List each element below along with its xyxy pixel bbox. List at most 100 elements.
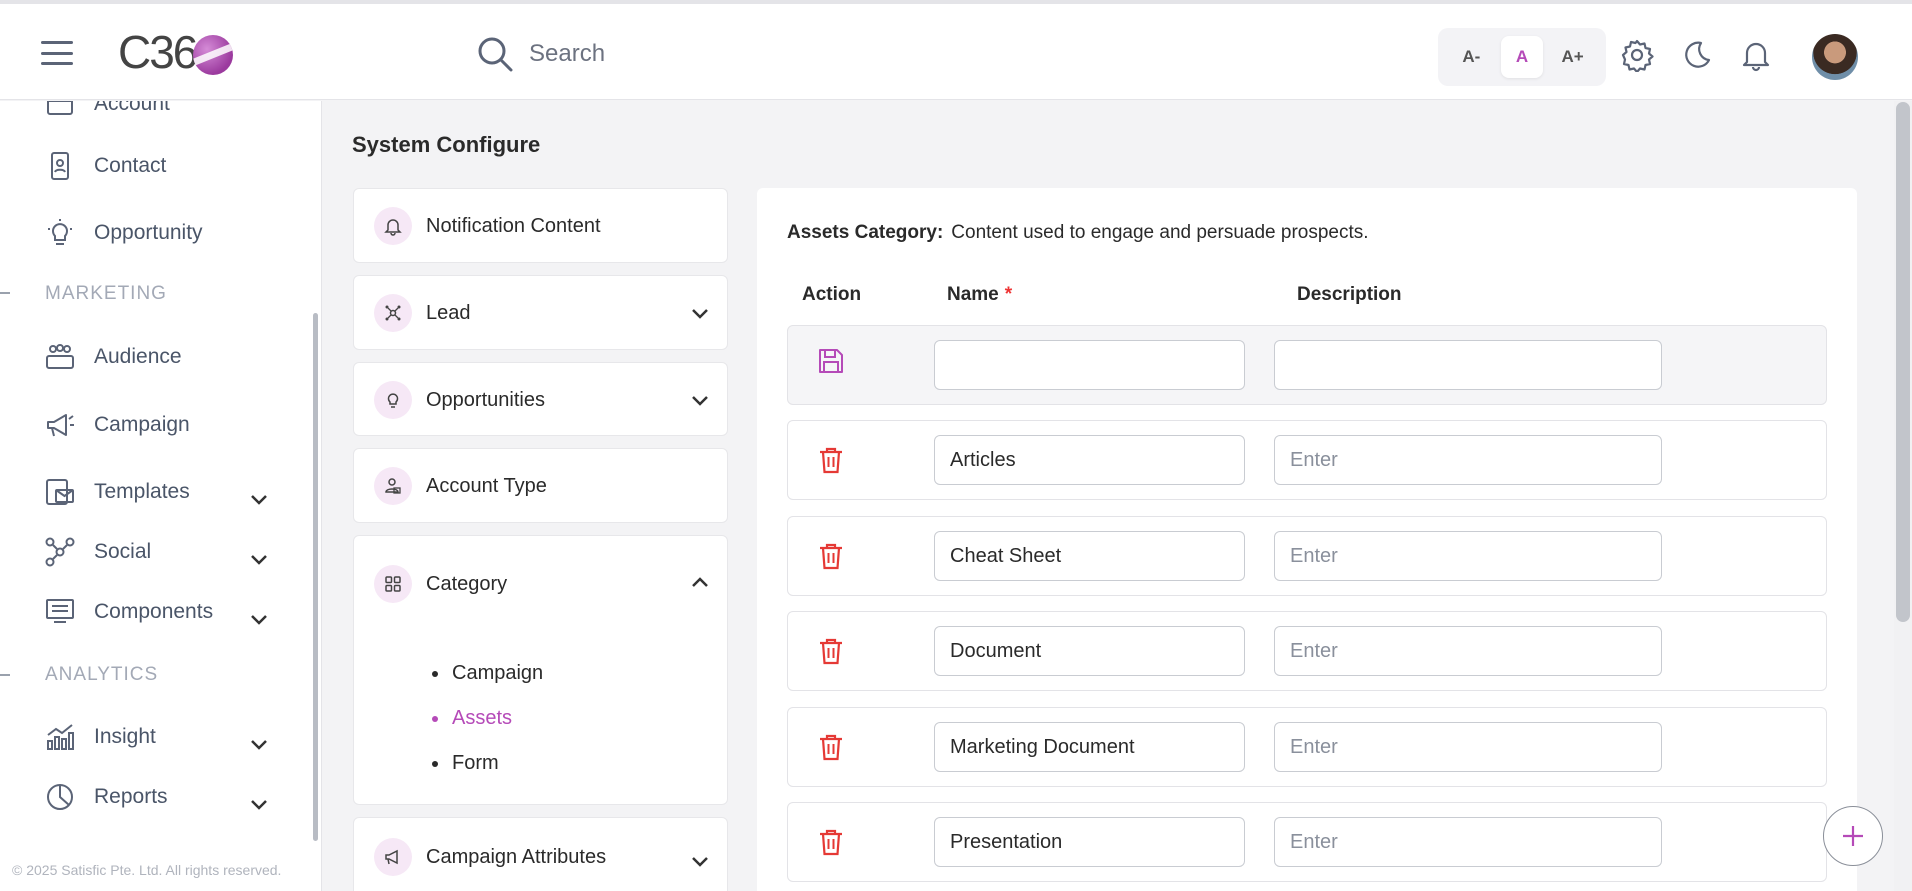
moon-icon[interactable] bbox=[1679, 38, 1713, 72]
megaphone-icon bbox=[47, 414, 74, 437]
description-input[interactable] bbox=[1274, 626, 1662, 676]
description-input[interactable] bbox=[1274, 817, 1662, 867]
config-account-type[interactable]: Account Type bbox=[353, 448, 728, 523]
trash-icon[interactable] bbox=[816, 445, 846, 475]
bell-icon[interactable] bbox=[1739, 38, 1773, 72]
new-row bbox=[787, 325, 1827, 405]
sidebar-item-label: Audience bbox=[94, 345, 182, 368]
chevron-up-icon[interactable] bbox=[691, 576, 709, 588]
sidebar-item-label: Contact bbox=[94, 154, 167, 177]
config-label: Notification Content bbox=[426, 214, 601, 237]
chevron-down-icon[interactable] bbox=[691, 856, 709, 868]
page-scrollbar-thumb[interactable] bbox=[1896, 102, 1910, 622]
config-header: Opportunities bbox=[374, 381, 545, 419]
section-analytics: ANALYTICS bbox=[45, 664, 159, 685]
config-opportunities[interactable]: Opportunities bbox=[353, 362, 728, 436]
account-icon bbox=[47, 101, 73, 115]
column-header-name-label: Name bbox=[947, 284, 999, 305]
chevron-down-icon[interactable] bbox=[250, 739, 268, 751]
trash-icon[interactable] bbox=[816, 636, 846, 666]
config-label: Opportunities bbox=[426, 388, 545, 411]
top-header: C36 A- A A+ bbox=[0, 0, 1912, 100]
description-input[interactable] bbox=[1274, 435, 1662, 485]
chevron-down-icon[interactable] bbox=[250, 799, 268, 811]
panel-description-text: Content used to engage and persuade pros… bbox=[951, 222, 1369, 243]
search-input[interactable] bbox=[529, 40, 1029, 68]
sidebar-item-label: Social bbox=[94, 540, 152, 563]
name-input[interactable] bbox=[934, 531, 1245, 581]
template-icon bbox=[46, 479, 74, 505]
sidebar-item-reports[interactable]: Reports bbox=[44, 781, 168, 813]
add-button[interactable] bbox=[1823, 806, 1883, 866]
gear-icon[interactable] bbox=[1620, 38, 1654, 72]
section-marketing: MARKETING bbox=[45, 283, 167, 304]
search-icon[interactable] bbox=[475, 34, 515, 74]
chevron-down-icon[interactable] bbox=[691, 308, 709, 320]
sub-item-assets[interactable]: Assets bbox=[432, 696, 543, 741]
megaphone-icon bbox=[374, 838, 412, 876]
lead-icon bbox=[374, 294, 412, 332]
sidebar-item-templates[interactable]: Templates bbox=[44, 476, 190, 508]
chevron-down-icon[interactable] bbox=[250, 614, 268, 626]
config-header: Campaign Attributes bbox=[374, 838, 606, 876]
name-input[interactable] bbox=[934, 626, 1245, 676]
sub-item-form[interactable]: Form bbox=[432, 741, 543, 786]
table-row bbox=[787, 611, 1827, 691]
font-increase-button[interactable]: A+ bbox=[1552, 36, 1594, 78]
config-label: Campaign Attributes bbox=[426, 845, 607, 868]
sidebar-item-opportunity[interactable]: Opportunity bbox=[44, 217, 203, 249]
trash-icon[interactable] bbox=[816, 541, 846, 571]
table-row bbox=[787, 707, 1827, 787]
logo-text: C36 bbox=[118, 26, 198, 78]
sidebar-item-campaign[interactable]: Campaign bbox=[44, 409, 190, 441]
sub-item-campaign[interactable]: Campaign bbox=[432, 651, 543, 696]
logo[interactable]: C36 bbox=[118, 26, 234, 78]
config-category[interactable]: Category Campaign Assets Form bbox=[353, 535, 728, 805]
config-lead[interactable]: Lead bbox=[353, 275, 728, 350]
description-input[interactable] bbox=[1274, 722, 1662, 772]
sidebar-item-label: Account bbox=[94, 101, 170, 115]
new-description-input[interactable] bbox=[1274, 340, 1662, 390]
trash-icon[interactable] bbox=[816, 827, 846, 857]
sidebar-item-social[interactable]: Social bbox=[44, 536, 151, 568]
new-name-input[interactable] bbox=[934, 340, 1245, 390]
trash-icon[interactable] bbox=[816, 732, 846, 762]
sidebar-item-label: Campaign bbox=[94, 413, 190, 436]
sidebar-item-components[interactable]: Components bbox=[44, 596, 213, 628]
column-header-name: Name * bbox=[947, 284, 1012, 306]
config-header: Account Type bbox=[374, 467, 547, 505]
sidebar-scrollbar[interactable] bbox=[313, 313, 318, 841]
account-type-icon bbox=[374, 467, 412, 505]
chevron-down-icon[interactable] bbox=[250, 494, 268, 506]
panel-heading: Assets Category: bbox=[787, 222, 944, 243]
avatar[interactable] bbox=[1812, 34, 1858, 80]
table-row bbox=[787, 802, 1827, 882]
config-notification-content[interactable]: Notification Content bbox=[353, 188, 728, 263]
sidebar-item-insight[interactable]: Insight bbox=[44, 721, 156, 753]
search-bar bbox=[475, 34, 1029, 74]
chevron-down-icon[interactable] bbox=[250, 554, 268, 566]
plus-icon bbox=[1843, 826, 1863, 846]
description-input[interactable] bbox=[1274, 531, 1662, 581]
lightbulb-icon bbox=[48, 219, 72, 245]
font-default-button[interactable]: A bbox=[1500, 36, 1543, 78]
chevron-down-icon[interactable] bbox=[691, 395, 709, 407]
config-header: Category bbox=[374, 565, 507, 603]
menu-icon[interactable] bbox=[41, 41, 73, 65]
font-decrease-button[interactable]: A- bbox=[1450, 36, 1492, 78]
name-input[interactable] bbox=[934, 817, 1245, 867]
reports-icon bbox=[47, 784, 73, 810]
config-header: Notification Content bbox=[374, 207, 601, 245]
sidebar-item-contact[interactable]: Contact bbox=[44, 150, 166, 182]
category-sublist: Campaign Assets Form bbox=[432, 651, 543, 786]
section-divider bbox=[0, 674, 10, 676]
name-input[interactable] bbox=[934, 722, 1245, 772]
components-icon bbox=[46, 599, 74, 623]
contact-icon bbox=[51, 152, 69, 180]
name-input[interactable] bbox=[934, 435, 1245, 485]
required-marker: * bbox=[1004, 284, 1013, 305]
sidebar-item-audience[interactable]: Audience bbox=[44, 341, 182, 373]
sidebar-item-account[interactable]: Account bbox=[44, 101, 170, 120]
config-campaign-attributes[interactable]: Campaign Attributes bbox=[353, 817, 728, 891]
save-icon[interactable] bbox=[816, 346, 846, 376]
